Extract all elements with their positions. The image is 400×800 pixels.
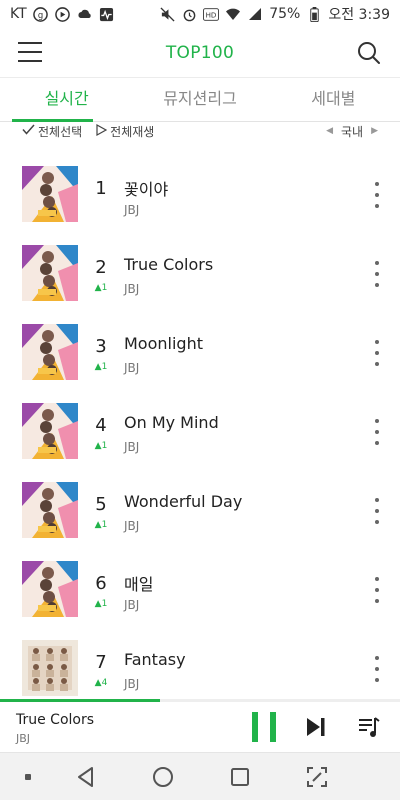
rank-number: 2 (95, 257, 107, 278)
play-notification-icon (55, 6, 71, 22)
album-cover[interactable] (22, 324, 78, 380)
carrier-label: KT (10, 6, 27, 22)
tab-by-generation[interactable]: 세대별 (267, 78, 400, 121)
album-cover[interactable] (22, 640, 78, 696)
chart-list: 1 꽃이야 JBJ 2 ▲1 True Colors JBJ 3 ▲1 Moonlight JBJ 4… (0, 148, 400, 701)
chart-row[interactable]: 7 ▲4 Fantasy JBJ (0, 622, 400, 701)
region-selector: ◀ 국내 ▶ (326, 123, 378, 140)
status-bar: KT g HD 75% 오전 3:39 (0, 0, 400, 28)
playlist-icon[interactable] (356, 714, 382, 740)
page-title: TOP100 (165, 42, 235, 63)
more-options-icon[interactable] (372, 419, 382, 445)
artist-name[interactable]: JBJ (124, 361, 139, 375)
back-icon[interactable] (74, 765, 98, 789)
rank-number: 7 (95, 652, 107, 673)
artist-name[interactable]: JBJ (124, 440, 139, 454)
recent-apps-icon[interactable] (228, 765, 252, 789)
album-cover[interactable] (22, 561, 78, 617)
rank-change: ▲1 (94, 441, 108, 451)
more-options-icon[interactable] (372, 656, 382, 682)
song-title[interactable]: Wonderful Day (124, 492, 242, 511)
chart-row[interactable]: 4 ▲1 On My Mind JBJ (0, 385, 400, 464)
select-all-button[interactable]: 전체선택 (22, 123, 82, 140)
more-options-icon[interactable] (372, 340, 382, 366)
more-options-icon[interactable] (372, 182, 382, 208)
tab-musician-league[interactable]: 뮤지션리그 (133, 78, 266, 121)
checkmark-icon (22, 124, 35, 138)
play-outline-icon (96, 123, 108, 139)
chart-controls: 전체선택 전체재생 ◀ 국내 ▶ (0, 122, 400, 140)
more-options-icon[interactable] (372, 261, 382, 287)
alarm-icon (181, 6, 197, 22)
rank-change: ▲1 (94, 520, 108, 530)
rank-change: ▲1 (94, 599, 108, 609)
status-left: KT g (10, 6, 115, 22)
artist-name[interactable]: JBJ (124, 519, 139, 533)
chart-tabs: 실시간 뮤지션리그 세대별 (0, 78, 400, 122)
app-g-icon: g (33, 6, 49, 22)
rank-number: 5 (95, 494, 107, 515)
rank-change: ▲4 (94, 678, 108, 688)
rank-change: ▲1 (94, 283, 108, 293)
artist-name[interactable]: JBJ (124, 677, 139, 691)
now-playing-artist: JBJ (16, 732, 31, 745)
more-options-icon[interactable] (372, 577, 382, 603)
chart-row[interactable]: 6 ▲1 매일 JBJ (0, 543, 400, 622)
dot-icon[interactable] (16, 765, 40, 789)
region-label: 국내 (340, 124, 364, 139)
play-all-label: 전체재생 (110, 124, 155, 139)
wifi-icon (225, 6, 241, 22)
battery-percent: 75% (269, 6, 301, 22)
svg-text:g: g (38, 9, 43, 19)
svg-text:HD: HD (206, 10, 217, 19)
song-title[interactable]: 매일 (124, 571, 153, 595)
song-title[interactable]: Fantasy (124, 650, 186, 669)
skip-next-icon[interactable] (304, 716, 328, 738)
album-cover[interactable] (22, 482, 78, 538)
play-all-button[interactable]: 전체재생 (96, 123, 154, 140)
now-playing-title: True Colors (16, 712, 95, 728)
region-next-icon[interactable]: ▶ (371, 126, 378, 136)
pause-icon[interactable] (252, 712, 276, 742)
chart-row[interactable]: 3 ▲1 Moonlight JBJ (0, 306, 400, 385)
rank-number: 1 (95, 178, 107, 199)
battery-icon (306, 6, 322, 22)
app-header: TOP100 (0, 28, 400, 78)
hamburger-menu-icon[interactable] (18, 42, 42, 64)
system-nav-bar (0, 752, 400, 800)
rank-number: 6 (95, 573, 107, 594)
artist-name[interactable]: JBJ (124, 203, 139, 217)
chart-row[interactable]: 5 ▲1 Wonderful Day JBJ (0, 464, 400, 543)
signal-icon (247, 6, 263, 22)
song-title[interactable]: On My Mind (124, 413, 219, 432)
song-title[interactable]: Moonlight (124, 334, 203, 353)
search-icon[interactable] (356, 40, 382, 66)
screen-edit-icon[interactable] (305, 765, 329, 789)
album-cover[interactable] (22, 166, 78, 222)
tab-realtime[interactable]: 실시간 (0, 78, 133, 122)
song-title[interactable]: 꽃이야 (124, 176, 168, 200)
clock: 오전 3:39 (328, 7, 390, 23)
album-cover[interactable] (22, 245, 78, 301)
weather-icon (77, 6, 93, 22)
rank-number: 3 (95, 336, 107, 357)
now-playing-bar[interactable]: True Colors JBJ (0, 702, 400, 752)
region-prev-icon[interactable]: ◀ (326, 126, 333, 136)
artist-name[interactable]: JBJ (124, 598, 139, 612)
status-right: HD 75% 오전 3:39 (159, 4, 390, 24)
hd-voice-icon: HD (203, 6, 220, 22)
select-all-label: 전체선택 (38, 124, 83, 139)
song-title[interactable]: True Colors (124, 255, 213, 274)
rank-number: 4 (95, 415, 107, 436)
home-icon[interactable] (151, 765, 175, 789)
more-options-icon[interactable] (372, 498, 382, 524)
chart-row[interactable]: 2 ▲1 True Colors JBJ (0, 227, 400, 306)
mute-icon (159, 6, 175, 22)
activity-icon (99, 6, 115, 22)
artist-name[interactable]: JBJ (124, 282, 139, 296)
chart-row[interactable]: 1 꽃이야 JBJ (0, 148, 400, 227)
rank-change: ▲1 (94, 362, 108, 372)
album-cover[interactable] (22, 403, 78, 459)
